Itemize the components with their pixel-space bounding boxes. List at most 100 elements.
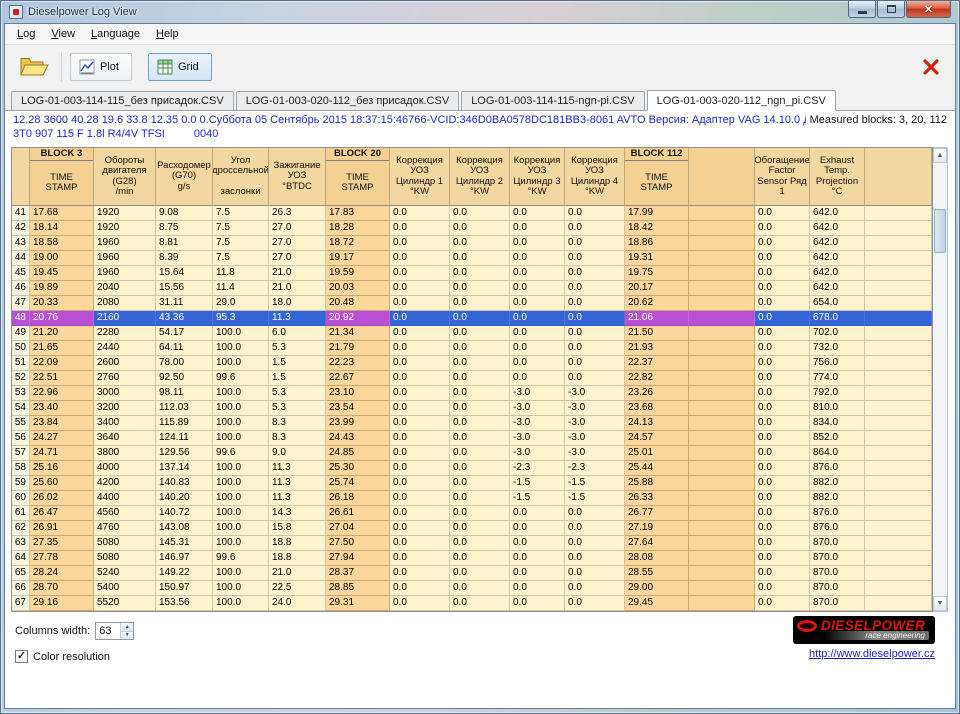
cell[interactable]: -3.0 xyxy=(510,431,565,446)
cell[interactable]: 23.40 xyxy=(30,401,94,416)
cell[interactable]: 0.0 xyxy=(510,236,565,251)
cell[interactable]: 0.0 xyxy=(390,296,450,311)
cell[interactable]: 1.5 xyxy=(269,371,326,386)
column-header[interactable]: Коррекция УОЗ Цилиндр 2 °KW xyxy=(450,148,510,206)
cell[interactable] xyxy=(865,236,932,251)
cell[interactable]: 0.0 xyxy=(450,566,510,581)
cell[interactable]: 0.0 xyxy=(510,206,565,221)
document-tab[interactable]: LOG-01-003-020-112_без присадок.CSV xyxy=(236,91,460,110)
cell[interactable]: 19.89 xyxy=(30,281,94,296)
cell[interactable] xyxy=(689,491,755,506)
cell[interactable]: 0.0 xyxy=(510,521,565,536)
cell[interactable] xyxy=(865,491,932,506)
cell[interactable]: 0.0 xyxy=(450,341,510,356)
cell[interactable]: 100.0 xyxy=(213,581,269,596)
minimize-button[interactable] xyxy=(848,1,876,18)
cell[interactable]: 6.0 xyxy=(269,326,326,341)
cell[interactable]: 2600 xyxy=(94,356,156,371)
cell[interactable]: 0.0 xyxy=(450,581,510,596)
cell[interactable]: 834.0 xyxy=(810,416,865,431)
cell[interactable]: 0.0 xyxy=(565,281,625,296)
cell[interactable]: 20.03 xyxy=(326,281,390,296)
cell[interactable]: 642.0 xyxy=(810,266,865,281)
cell[interactable]: 98.11 xyxy=(156,386,213,401)
cell[interactable]: 100.0 xyxy=(213,386,269,401)
cell[interactable]: 20.62 xyxy=(625,296,689,311)
cell[interactable]: 1920 xyxy=(94,221,156,236)
cell[interactable] xyxy=(865,371,932,386)
cell[interactable]: 140.20 xyxy=(156,491,213,506)
cell[interactable]: 732.0 xyxy=(810,341,865,356)
cell[interactable]: 100.0 xyxy=(213,356,269,371)
column-header[interactable]: BLOCK 112TIME STAMP xyxy=(625,148,689,206)
column-header[interactable]: Зажигание УОЗ °BTDC xyxy=(269,148,326,206)
cell[interactable]: 0.0 xyxy=(565,521,625,536)
cell[interactable]: 22.5 xyxy=(269,581,326,596)
cell[interactable] xyxy=(865,596,932,611)
cell[interactable]: 149.22 xyxy=(156,566,213,581)
cell[interactable] xyxy=(865,416,932,431)
cell[interactable]: 3200 xyxy=(94,401,156,416)
cell[interactable]: 20.33 xyxy=(30,296,94,311)
cell[interactable]: -1.5 xyxy=(510,476,565,491)
cell[interactable]: -2.3 xyxy=(510,461,565,476)
cell[interactable]: 0.0 xyxy=(390,401,450,416)
cell[interactable]: 2040 xyxy=(94,281,156,296)
cell[interactable]: 0.0 xyxy=(450,281,510,296)
cell[interactable]: 100.0 xyxy=(213,536,269,551)
cell[interactable]: 115.89 xyxy=(156,416,213,431)
row-number[interactable]: 56 xyxy=(12,431,30,446)
cell[interactable]: 25.88 xyxy=(625,476,689,491)
cell[interactable]: 28.08 xyxy=(625,551,689,566)
cell[interactable]: 100.0 xyxy=(213,596,269,611)
table-row[interactable]: 5222.51276092.5099.61.522.670.00.00.00.0… xyxy=(12,371,932,386)
cell[interactable] xyxy=(865,251,932,266)
cell[interactable] xyxy=(865,311,932,326)
cell[interactable]: 0.0 xyxy=(565,566,625,581)
row-number[interactable]: 58 xyxy=(12,461,30,476)
cell[interactable]: 26.18 xyxy=(326,491,390,506)
cell[interactable]: 882.0 xyxy=(810,476,865,491)
table-row[interactable]: 4820.76216043.3695.311.320.920.00.00.00.… xyxy=(12,311,932,326)
cell[interactable]: 19.31 xyxy=(625,251,689,266)
table-row[interactable]: 5322.96300098.11100.05.323.100.00.0-3.0-… xyxy=(12,386,932,401)
cell[interactable] xyxy=(689,566,755,581)
table-row[interactable]: 5523.843400115.89100.08.323.990.00.0-3.0… xyxy=(12,416,932,431)
table-row[interactable]: 4318.5819608.817.527.018.720.00.00.00.01… xyxy=(12,236,932,251)
cell[interactable]: 54.17 xyxy=(156,326,213,341)
cell[interactable]: 2080 xyxy=(94,296,156,311)
cell[interactable]: 0.0 xyxy=(390,236,450,251)
cell[interactable] xyxy=(865,566,932,581)
cell[interactable] xyxy=(865,551,932,566)
cell[interactable]: 5080 xyxy=(94,536,156,551)
cell[interactable]: 7.5 xyxy=(213,251,269,266)
cell[interactable]: 0.0 xyxy=(390,461,450,476)
cell[interactable]: 654.0 xyxy=(810,296,865,311)
cell[interactable]: 864.0 xyxy=(810,446,865,461)
table-row[interactable]: 5825.164000137.14100.011.325.300.00.0-2.… xyxy=(12,461,932,476)
cell[interactable]: 20.92 xyxy=(326,311,390,326)
cell[interactable] xyxy=(689,476,755,491)
table-row[interactable]: 5624.273640124.11100.08.324.430.00.0-3.0… xyxy=(12,431,932,446)
cell[interactable]: 0.0 xyxy=(450,221,510,236)
cell[interactable]: 78.00 xyxy=(156,356,213,371)
table-row[interactable]: 6026.024400140.20100.011.326.180.00.0-1.… xyxy=(12,491,932,506)
close-button[interactable]: ✕ xyxy=(906,1,951,18)
cell[interactable]: 9.08 xyxy=(156,206,213,221)
cell[interactable]: 23.10 xyxy=(326,386,390,401)
cell[interactable]: 0.0 xyxy=(755,491,810,506)
cell[interactable]: 100.0 xyxy=(213,326,269,341)
cell[interactable]: 1960 xyxy=(94,251,156,266)
cell[interactable]: 18.14 xyxy=(30,221,94,236)
cell[interactable]: 150.97 xyxy=(156,581,213,596)
cell[interactable]: 0.0 xyxy=(565,551,625,566)
cell[interactable]: 0.0 xyxy=(390,536,450,551)
cell[interactable] xyxy=(865,476,932,491)
cell[interactable]: 140.83 xyxy=(156,476,213,491)
cell[interactable]: 0.0 xyxy=(755,596,810,611)
cell[interactable]: 0.0 xyxy=(450,506,510,521)
cell[interactable]: 0.0 xyxy=(390,566,450,581)
cell[interactable] xyxy=(865,506,932,521)
cell[interactable]: 22.37 xyxy=(625,356,689,371)
cell[interactable] xyxy=(689,326,755,341)
